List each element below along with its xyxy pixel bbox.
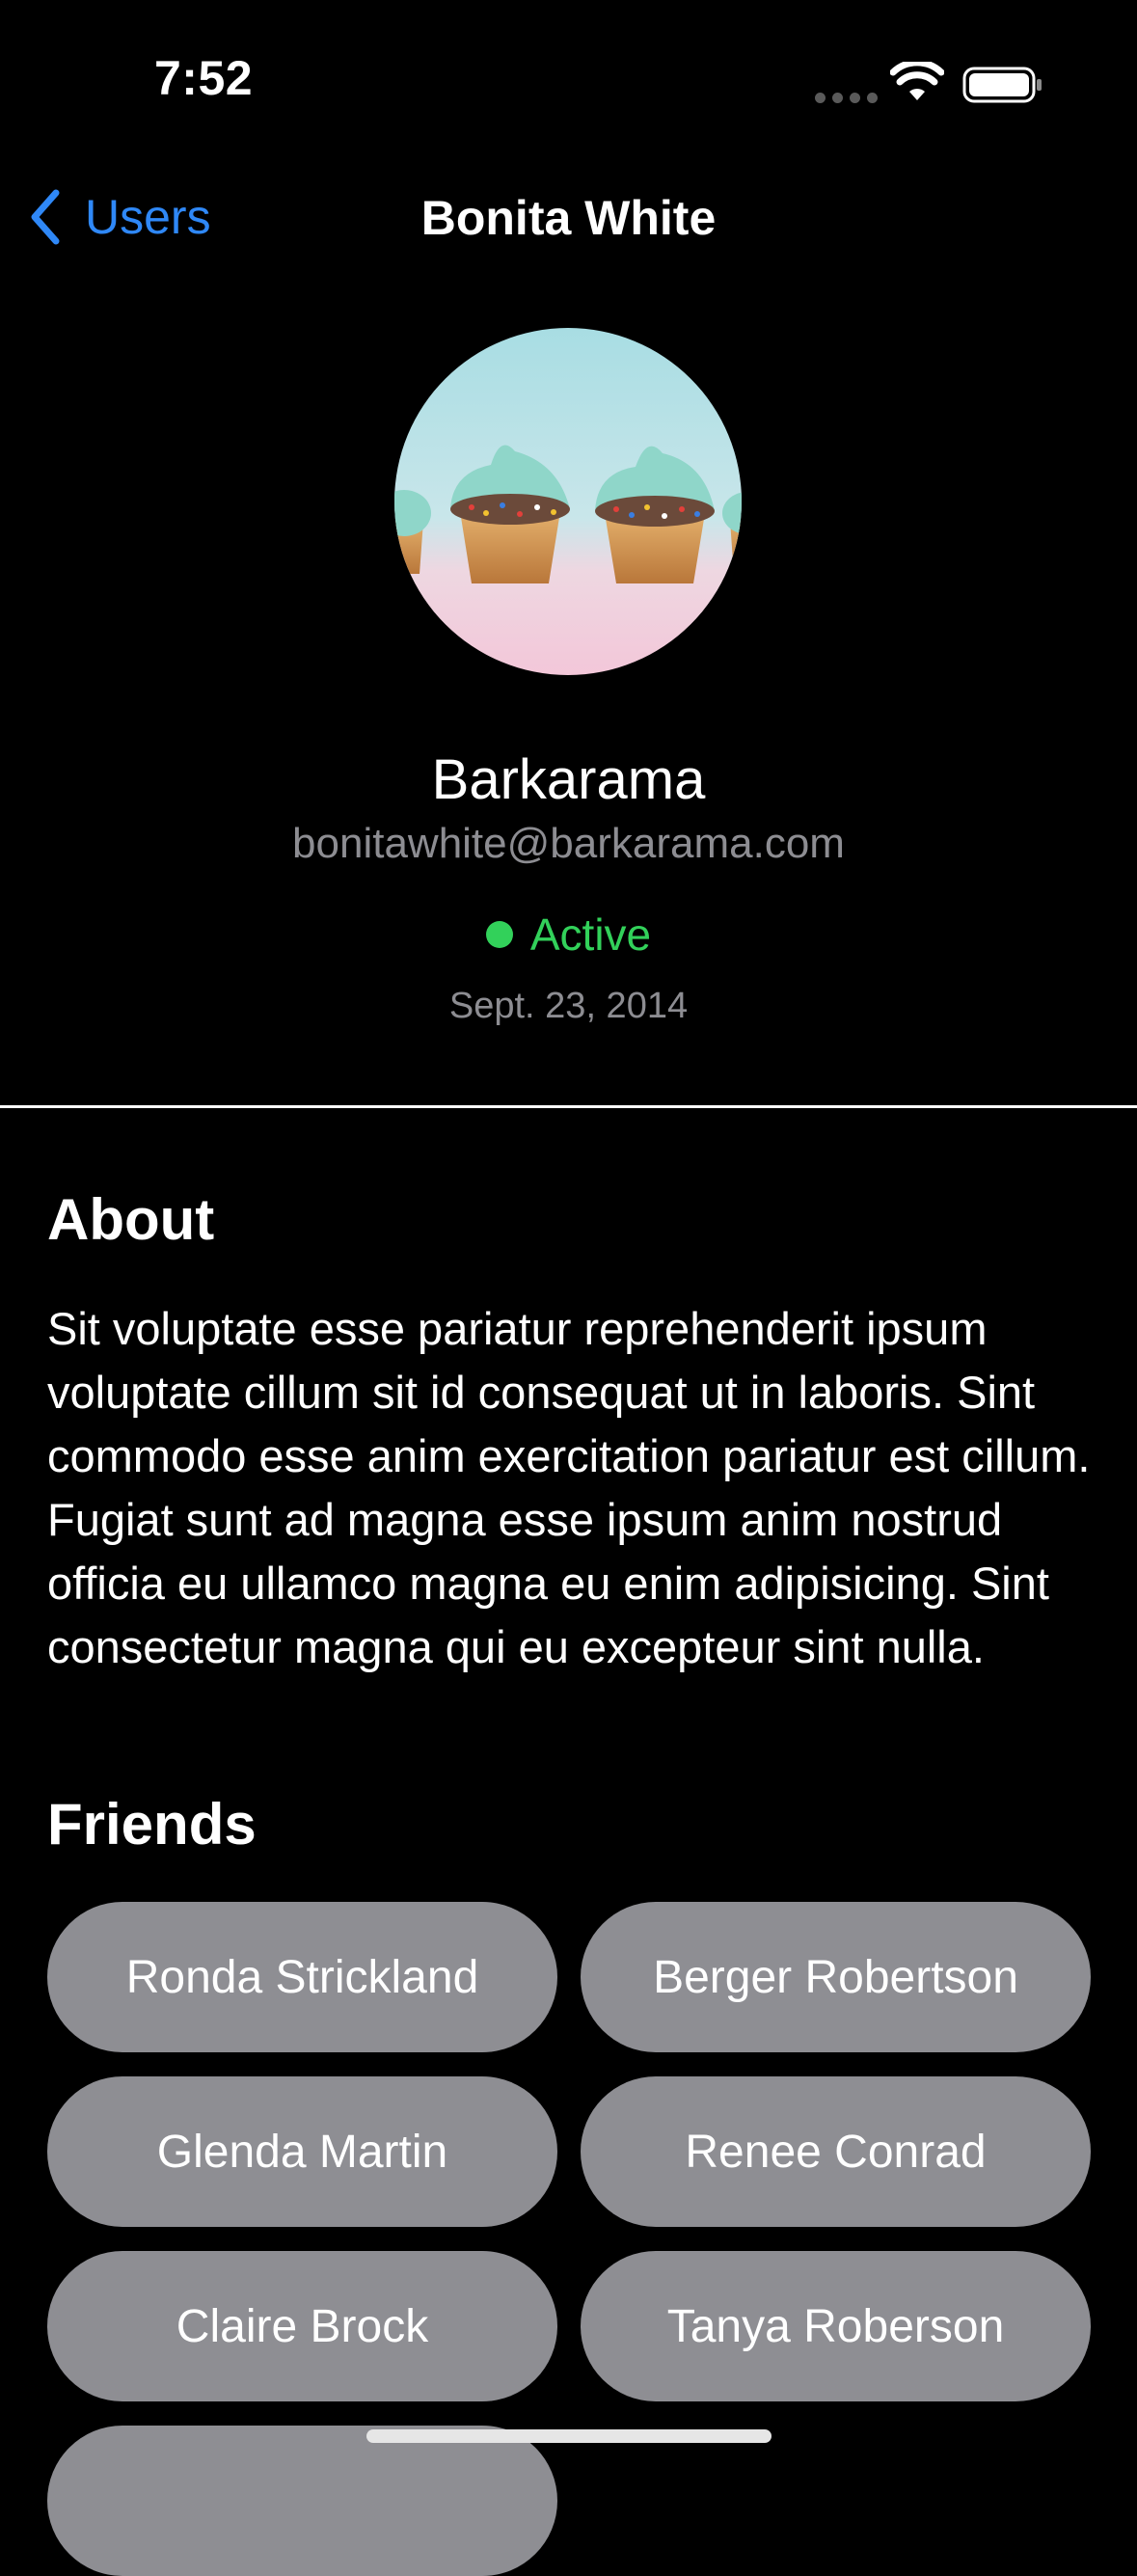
friend-button[interactable] (47, 2426, 557, 2576)
avatar (394, 328, 742, 675)
status-label: Active (529, 909, 652, 960)
friend-button[interactable]: Claire Brock (47, 2251, 557, 2401)
company-name: Barkarama (431, 748, 706, 811)
battery-icon (962, 67, 1042, 103)
friend-button[interactable]: Ronda Strickland (47, 1902, 557, 2052)
friend-button[interactable]: Tanya Roberson (581, 2251, 1091, 2401)
status-bar: 7:52 (0, 0, 1137, 145)
page-title: Bonita White (420, 191, 717, 245)
wifi-icon (890, 62, 944, 100)
cellular-signal-icon (815, 93, 878, 103)
status-time: 7:52 (154, 51, 254, 105)
registered-date: Sept. 23, 2014 (448, 986, 689, 1026)
navigation-bar: Users Bonita White (0, 164, 1137, 270)
friend-button[interactable]: Renee Conrad (581, 2076, 1091, 2227)
status-badge: Active (0, 908, 1137, 961)
about-text: Sit voluptate esse pariatur reprehenderi… (47, 1303, 1091, 1672)
status-dot-icon (485, 921, 513, 948)
email-link[interactable]: bonitawhite@barkarama.com (0, 820, 1137, 868)
friends-list: Ronda Strickland Berger Robertson Glenda… (47, 1902, 1091, 2576)
friend-button[interactable]: Glenda Martin (47, 2076, 557, 2227)
friends-heading: Friends (47, 1792, 257, 1857)
home-indicator[interactable] (366, 2429, 772, 2443)
friend-button[interactable]: Berger Robertson (581, 1902, 1091, 2052)
divider (0, 1105, 1137, 1108)
about-heading: About (47, 1187, 215, 1252)
